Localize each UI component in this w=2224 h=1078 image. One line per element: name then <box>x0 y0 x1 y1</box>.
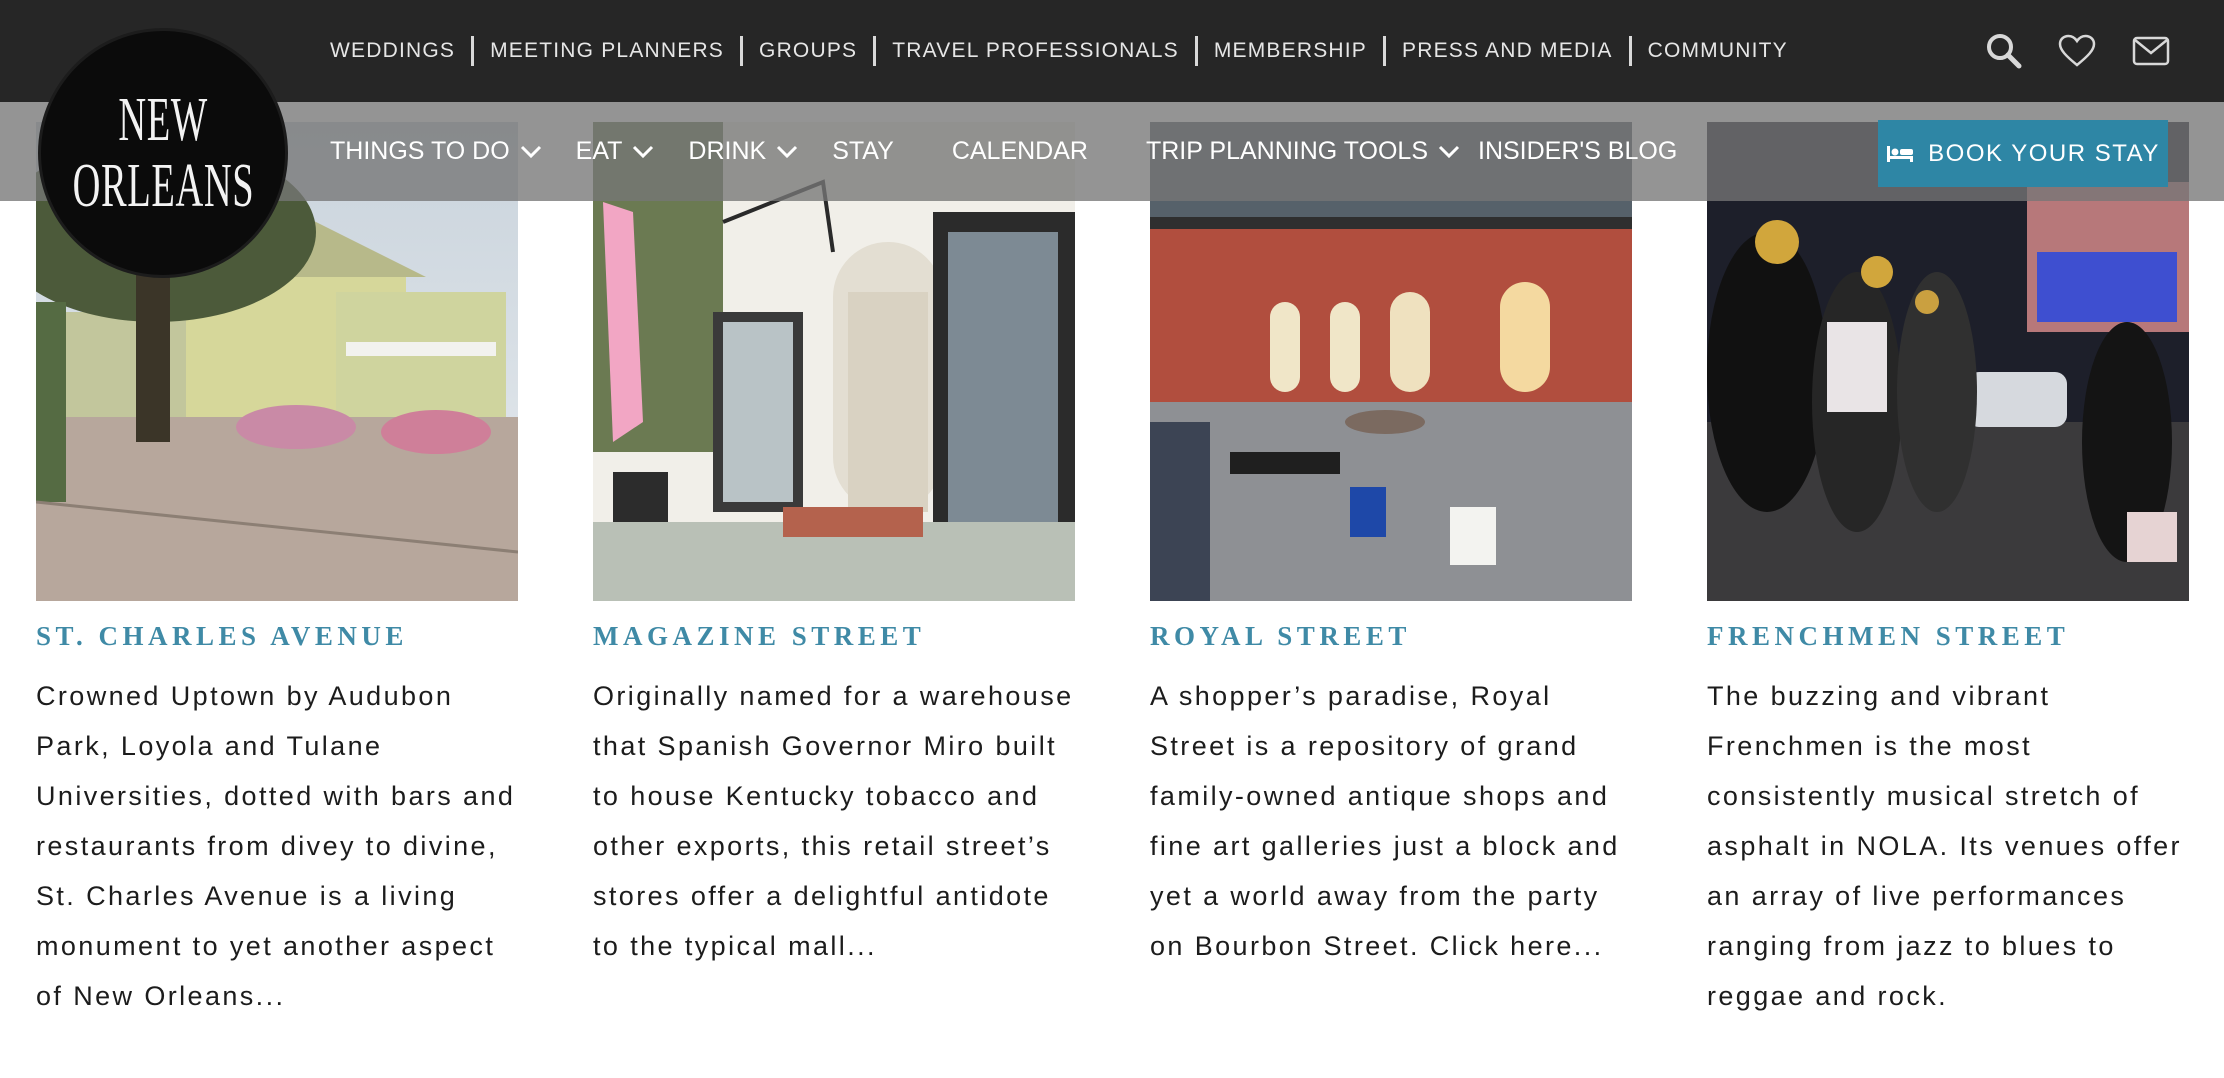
utility-nav: WEDDINGS MEETING PLANNERS GROUPS TRAVEL … <box>330 0 1788 102</box>
card-title[interactable]: ROYAL STREET <box>1150 621 1632 652</box>
nav-label: INSIDER'S BLOG <box>1478 137 1678 165</box>
card-royal: ROYAL STREET A shopper’s paradise, Royal… <box>1150 122 1632 971</box>
card-description: Originally named for a warehouse that Sp… <box>593 681 1074 961</box>
search-icon[interactable] <box>1986 33 2022 69</box>
utility-nav-divider <box>1628 36 1632 66</box>
bed-icon <box>1887 145 1914 162</box>
utility-icons <box>1986 30 2170 72</box>
chevron-down-icon <box>633 145 654 158</box>
card-description: Crowned Uptown by Audubon Park, Loyola a… <box>36 681 516 1011</box>
card-magazine: MAGAZINE STREET Originally named for a w… <box>593 122 1075 971</box>
nav-label: TRIP PLANNING TOOLS <box>1145 137 1428 165</box>
utility-nav-divider <box>471 36 475 66</box>
utility-nav-divider <box>1383 36 1387 66</box>
nav-things-to-do[interactable]: THINGS TO DO <box>330 137 542 166</box>
mail-icon[interactable] <box>2132 36 2170 66</box>
nav-eat[interactable]: EAT <box>576 137 655 166</box>
book-your-stay-label: BOOK YOUR STAY <box>1928 139 2160 167</box>
card-description: The buzzing and vibrant Frenchmen is the… <box>1707 681 2182 1011</box>
chevron-down-icon <box>777 145 798 158</box>
utility-nav-groups[interactable]: GROUPS <box>759 39 857 63</box>
nav-label: EAT <box>575 137 623 165</box>
logo-line-orleans: ORLEANS <box>72 152 254 220</box>
card-title[interactable]: MAGAZINE STREET <box>593 621 1075 652</box>
card-title[interactable]: FRENCHMEN STREET <box>1707 621 2189 652</box>
nav-label: STAY <box>832 137 894 165</box>
chevron-down-icon <box>1438 145 1460 158</box>
new-orleans-logo[interactable]: NEW ORLEANS <box>38 28 288 278</box>
book-your-stay-button[interactable]: BOOK YOUR STAY <box>1878 120 2168 187</box>
utility-nav-weddings[interactable]: WEDDINGS <box>330 39 455 63</box>
card-title[interactable]: ST. CHARLES AVENUE <box>36 621 518 652</box>
nav-trip-planning-tools[interactable]: TRIP PLANNING TOOLS <box>1146 137 1460 166</box>
utility-nav-community[interactable]: COMMUNITY <box>1648 39 1788 63</box>
main-nav: THINGS TO DO EAT DRINK STAY CALENDAR TRI… <box>330 102 1677 201</box>
utility-nav-divider <box>1194 36 1198 66</box>
nav-label: THINGS TO DO <box>330 137 510 165</box>
utility-bar: WEDDINGS MEETING PLANNERS GROUPS TRAVEL … <box>0 0 2224 102</box>
nav-calendar[interactable]: CALENDAR <box>952 137 1088 166</box>
nav-label: DRINK <box>688 137 767 165</box>
utility-nav-meeting-planners[interactable]: MEETING PLANNERS <box>490 39 724 63</box>
nav-insiders-blog[interactable]: INSIDER'S BLOG <box>1478 137 1677 166</box>
card-frenchmen: FRENCHMEN STREET The buzzing and vibrant… <box>1707 122 2189 1021</box>
nav-label: CALENDAR <box>951 137 1088 165</box>
utility-nav-divider <box>873 36 877 66</box>
main-nav-bar: THINGS TO DO EAT DRINK STAY CALENDAR TRI… <box>0 102 2224 201</box>
heart-icon[interactable] <box>2058 34 2096 68</box>
logo-line-new: NEW <box>118 86 208 154</box>
utility-nav-divider <box>740 36 744 66</box>
utility-nav-press-and-media[interactable]: PRESS AND MEDIA <box>1402 39 1613 63</box>
utility-nav-travel-professionals[interactable]: TRAVEL PROFESSIONALS <box>892 39 1179 63</box>
nav-stay[interactable]: STAY <box>832 137 894 166</box>
nav-drink[interactable]: DRINK <box>688 137 798 166</box>
card-description: A shopper’s paradise, Royal Street is a … <box>1150 681 1620 961</box>
utility-nav-membership[interactable]: MEMBERSHIP <box>1214 39 1367 63</box>
chevron-down-icon <box>520 145 541 158</box>
